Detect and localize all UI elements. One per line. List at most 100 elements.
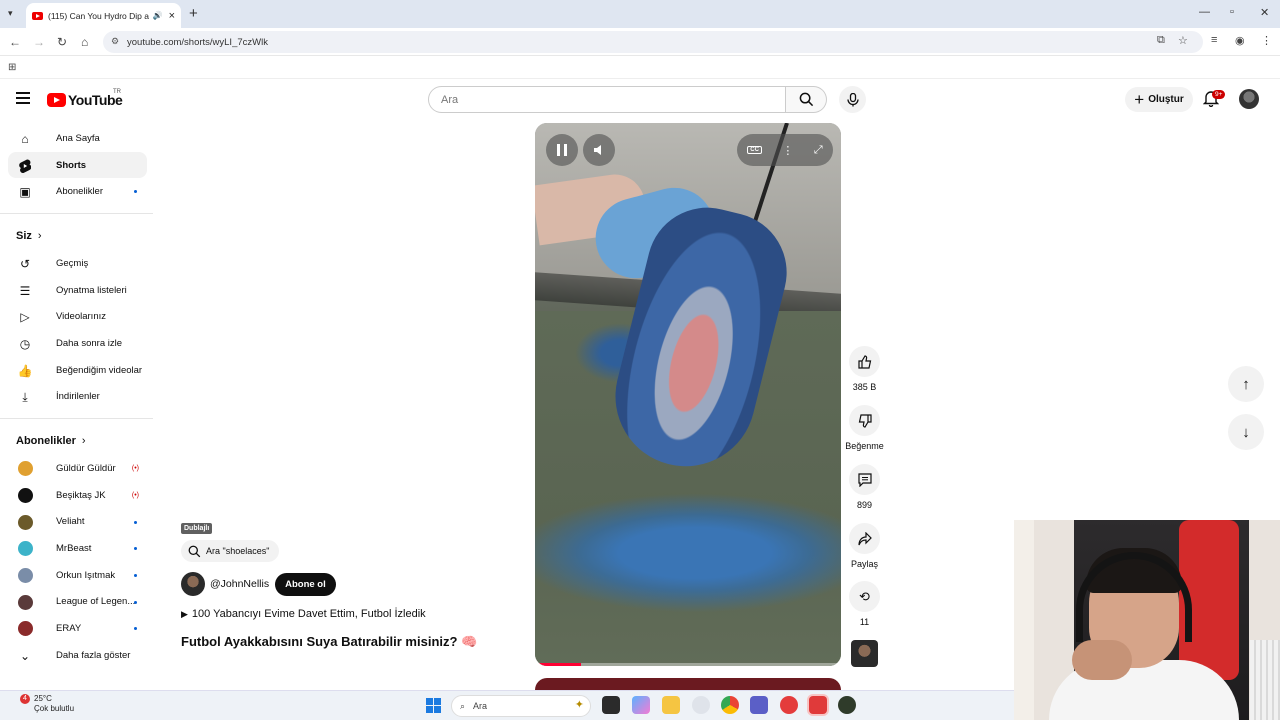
sidebar-subscriptions-header[interactable]: Abonelikler › — [0, 427, 155, 455]
guide-menu-icon[interactable] — [16, 92, 30, 104]
task-view-icon[interactable] — [602, 696, 620, 714]
start-button[interactable] — [426, 698, 441, 713]
sidebar-channel-item[interactable]: Güldür Güldür (•) — [8, 455, 147, 482]
profile-icon[interactable]: ◉ — [1235, 34, 1245, 47]
site-info-icon[interactable]: ⚙ — [111, 36, 119, 47]
share-button[interactable]: Paylaş — [849, 523, 880, 569]
new-content-dot — [134, 627, 137, 631]
url-field[interactable]: ⚙ youtube.com/shorts/wyLI_7czWlk — [103, 31, 1203, 53]
voice-search-button[interactable] — [839, 86, 866, 113]
back-icon[interactable]: ← — [9, 35, 21, 49]
weather-temp: 25°C — [34, 694, 52, 703]
search-icon: ⌕ — [460, 700, 466, 711]
search-icon — [188, 545, 201, 557]
sidebar-item-subscriptions[interactable]: ▣ Abonelikler — [8, 178, 147, 205]
taskbar-search-label: Ara — [473, 701, 488, 711]
sidebar-item-your-videos[interactable]: ▷ Videolarınız — [8, 303, 147, 330]
sidebar-you-header[interactable]: Siz › — [0, 222, 155, 250]
home-button-icon[interactable]: ⌂ — [81, 35, 88, 49]
next-short-button[interactable]: ↓ — [1228, 414, 1264, 450]
teams-icon[interactable] — [750, 696, 768, 714]
mute-button[interactable] — [583, 134, 615, 166]
media-controls-icon[interactable]: ≡ — [1211, 34, 1217, 46]
sidebar-item-label: Daha sonra izle — [56, 337, 123, 349]
file-explorer-icon[interactable] — [662, 696, 680, 714]
previous-short-button[interactable]: ↑ — [1228, 366, 1264, 402]
play-small-icon: ▶ — [181, 609, 188, 619]
taskbar-search[interactable]: ⌕ Ara ✦ — [451, 695, 591, 717]
subscriptions-icon: ▣ — [19, 185, 31, 200]
active-tab[interactable]: (115) Can You Hydro Dip a 🔊 × — [26, 3, 181, 28]
install-app-icon[interactable]: ⧉ — [1157, 34, 1165, 47]
sidebar-channel-item[interactable]: ERAY — [8, 615, 147, 642]
sidebar-item-history[interactable]: ↺ Geçmiş — [8, 250, 147, 277]
channel-avatar[interactable] — [181, 572, 205, 596]
sidebar-item-playlists[interactable]: ☰ Oynatma listeleri — [8, 277, 147, 304]
chrome-menu-icon[interactable]: ⋮ — [1261, 34, 1272, 47]
search-button[interactable] — [786, 86, 827, 113]
subscribe-button[interactable]: Abone ol — [275, 572, 336, 596]
sidebar-item-label: ERAY — [56, 623, 82, 635]
download-icon: ⤓ — [22, 390, 28, 404]
sidebar-channel-item[interactable]: Veliaht — [8, 509, 147, 536]
new-tab-button[interactable]: + — [189, 5, 198, 22]
dislike-button[interactable]: Beğenme — [845, 405, 884, 451]
channel-avatar — [18, 487, 33, 503]
channel-avatar — [18, 541, 33, 557]
comments-button[interactable]: 899 — [849, 464, 880, 510]
more-options-icon[interactable]: ⋮ — [782, 144, 793, 157]
sidebar-item-home[interactable]: ⌂ Ana Sayfa — [8, 125, 147, 152]
sidebar-show-more[interactable]: ⌄ Daha fazla göster — [8, 642, 147, 669]
apps-grid-icon[interactable]: ⊞ — [8, 62, 16, 73]
forward-icon[interactable]: → — [33, 35, 45, 49]
copilot-icon[interactable] — [632, 696, 650, 714]
fullscreen-icon[interactable]: ⤢ — [814, 144, 823, 157]
weather-widget[interactable]: 4 25°C Çok bulutlu — [12, 694, 74, 714]
minimize-icon[interactable]: — — [1199, 6, 1210, 18]
chrome-icon[interactable] — [721, 696, 739, 714]
sidebar-item-label: Videolarınız — [56, 311, 106, 323]
bookmark-star-icon[interactable]: ☆ — [1178, 34, 1188, 47]
channel-name[interactable]: @JohnNellis — [210, 578, 269, 590]
search-input[interactable]: Ara — [428, 86, 786, 113]
sidebar-item-liked[interactable]: 👍 Beğendiğim videolar — [8, 357, 147, 384]
playlists-icon: ☰ — [19, 283, 31, 298]
tab-search-icon[interactable]: ▾ — [8, 8, 13, 19]
close-tab-icon[interactable]: × — [169, 10, 175, 22]
sidebar-channel-item[interactable]: MrBeast — [8, 535, 147, 562]
webcam-person-hand — [1072, 640, 1132, 680]
obs-icon[interactable] — [809, 696, 827, 714]
video-progress-bar[interactable] — [535, 663, 841, 666]
create-button[interactable]: + Oluştur — [1125, 87, 1193, 112]
sidebar-item-label: Abonelikler — [56, 186, 103, 198]
sound-source-avatar[interactable] — [851, 640, 878, 667]
search-suggestion-chip[interactable]: Ara "shoelaces" — [181, 540, 280, 562]
reload-icon[interactable]: ↻ — [57, 35, 67, 49]
short-video-player[interactable]: CC ⋮ ⤢ — [535, 123, 841, 666]
channel-avatar — [18, 621, 33, 637]
sidebar-channel-item[interactable]: League of Legen... — [8, 589, 147, 616]
windows-taskbar: 4 25°C Çok bulutlu ⌕ Ara ✦ — [0, 690, 1014, 720]
sidebar-channel-item[interactable]: Orkun Işıtmak — [8, 562, 147, 589]
pause-button[interactable] — [546, 134, 578, 166]
remix-button[interactable]: ⟲ 11 — [849, 581, 880, 627]
sidebar-item-downloads[interactable]: ⤓ İndirilenler — [8, 384, 147, 411]
app-red-icon[interactable] — [780, 696, 798, 714]
captions-icon[interactable]: CC — [747, 146, 762, 154]
sidebar-item-shorts[interactable]: Shorts — [8, 151, 147, 179]
restore-icon[interactable]: ▫ — [1230, 6, 1234, 18]
audio-icon[interactable]: 🔊 — [153, 11, 163, 20]
sidebar-item-watch-later[interactable]: ◷ Daha sonra izle — [8, 330, 147, 357]
app-icon[interactable] — [692, 696, 710, 714]
like-button[interactable]: 385 B — [849, 346, 880, 392]
related-video-link[interactable]: ▶ 100 Yabancıyı Evime Davet Ettim, Futbol… — [181, 608, 426, 620]
close-window-icon[interactable]: ✕ — [1260, 6, 1269, 19]
account-avatar[interactable] — [1239, 89, 1259, 109]
channel-avatar — [18, 461, 33, 477]
new-content-dot — [134, 190, 137, 194]
youtube-favicon-icon — [32, 11, 43, 20]
sidebar-channel-item[interactable]: Beşiktaş JK (•) — [8, 482, 147, 509]
app-dark-icon[interactable] — [838, 696, 856, 714]
youtube-logo[interactable]: YouTube TR — [47, 89, 123, 108]
channel-avatar — [18, 567, 33, 583]
